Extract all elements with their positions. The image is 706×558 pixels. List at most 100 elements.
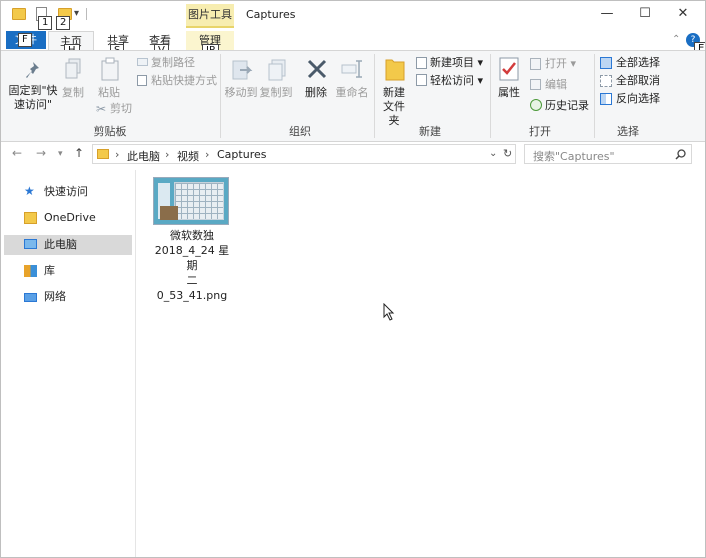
thumbnail-photo (160, 206, 178, 220)
delete-icon (307, 59, 327, 79)
easy-access-button[interactable]: 轻松访问 ▾ (430, 74, 483, 88)
minimize-button[interactable]: — (596, 4, 618, 24)
sidebar-item-network[interactable]: 网络 (4, 287, 132, 307)
search-icon[interactable] (675, 149, 686, 160)
select-all-button[interactable]: 全部选择 (616, 56, 660, 70)
edit-icon (530, 79, 541, 90)
keytip-qat-2: 2 (56, 16, 71, 30)
picture-tools-label: 图片工具 (186, 4, 234, 28)
new-item-icon (416, 57, 427, 69)
copy-button[interactable]: 复制 (60, 86, 86, 100)
group-separator (374, 54, 375, 138)
computer-icon (24, 239, 37, 249)
sidebar-item-label: 库 (44, 264, 55, 277)
new-folder-button[interactable]: 新建 文件夹 (378, 86, 410, 128)
open-label: 打开 (545, 57, 567, 70)
qat-dropdown-icon[interactable]: ▾ (74, 8, 79, 19)
sidebar-item-label: 快速访问 (44, 185, 88, 198)
new-folder-icon (385, 59, 405, 81)
keytip-qat-1: 1 (38, 16, 53, 30)
paste-icon (101, 57, 119, 81)
up-icon[interactable]: ↑ (74, 146, 84, 160)
rename-button[interactable]: 重命名 (334, 86, 370, 100)
breadcrumb-separator-icon: › (165, 148, 170, 161)
group-separator (594, 54, 595, 138)
open-button[interactable]: 打开 ▾ (545, 57, 576, 71)
properties-icon (499, 57, 519, 81)
pin-quick-access-button[interactable]: 固定到"快速访问" (8, 84, 58, 112)
paste-shortcut-button[interactable]: 粘贴快捷方式 (151, 74, 217, 88)
search-input[interactable]: 搜索"Captures" (533, 148, 615, 164)
sidebar-item-label: OneDrive (44, 211, 96, 224)
new-folder-label-1: 新建 (383, 86, 405, 99)
keytip-file: F (18, 33, 32, 47)
breadcrumb-videos[interactable]: 视频 (177, 148, 199, 164)
delete-button[interactable]: 删除 (302, 86, 330, 100)
group-label-clipboard: 剪贴板 (93, 125, 127, 138)
invert-selection-button[interactable]: 反向选择 (616, 92, 660, 106)
select-none-button[interactable]: 全部取消 (616, 74, 660, 88)
copy-to-icon (268, 59, 286, 81)
navigation-pane (0, 170, 136, 558)
group-label-select: 选择 (617, 125, 639, 138)
history-icon (530, 99, 542, 111)
move-to-icon (232, 60, 253, 80)
copy-icon (65, 58, 81, 79)
sidebar-item-this-pc[interactable]: 此电脑 (4, 235, 132, 255)
group-separator (220, 54, 221, 138)
new-item-label: 新建项目 (430, 56, 474, 69)
forward-icon[interactable]: → (36, 146, 46, 160)
sidebar-item-libraries[interactable]: 库 (4, 261, 132, 281)
file-name-line-3: 二 0_53_41.png (156, 274, 228, 302)
history-button[interactable]: 历史记录 (545, 99, 589, 113)
file-name: 微软数独 2018_4_24 星期 二 0_53_41.png (150, 228, 234, 303)
group-separator (490, 54, 491, 138)
cursor-icon (383, 303, 395, 321)
select-all-icon (600, 57, 612, 69)
qat-separator (86, 8, 87, 20)
cut-button[interactable]: 剪切 (110, 102, 132, 116)
library-icon (24, 265, 37, 277)
breadcrumb-separator-icon: › (115, 148, 120, 161)
group-label-new: 新建 (419, 125, 441, 138)
close-button[interactable]: ✕ (672, 4, 694, 24)
sidebar-item-label: 网络 (44, 290, 66, 303)
folder-icon (24, 212, 37, 224)
paste-button[interactable]: 粘贴 (96, 86, 122, 100)
folder-icon (12, 8, 26, 20)
new-folder-label-2: 文件夹 (383, 100, 405, 127)
file-name-line-2: 2018_4_24 星期 (154, 244, 230, 272)
move-to-button[interactable]: 移动到 (224, 86, 258, 100)
sidebar-item-quick-access[interactable]: ★ 快速访问 (4, 182, 132, 202)
address-bar[interactable]: › 此电脑 › 视频 › Captures ⌄ ↻ (92, 144, 516, 164)
sidebar-item-onedrive[interactable]: OneDrive (4, 208, 132, 228)
properties-button[interactable]: 属性 (496, 86, 522, 100)
cut-icon: ✂ (96, 102, 107, 116)
easy-access-icon (416, 74, 427, 86)
star-icon: ★ (24, 184, 35, 198)
copy-to-button[interactable]: 复制到 (258, 86, 294, 100)
edit-button[interactable]: 编辑 (545, 78, 567, 92)
refresh-icon[interactable]: ↻ (503, 147, 512, 160)
network-icon (24, 293, 37, 302)
collapse-ribbon-icon[interactable]: ⌃ (672, 34, 680, 45)
maximize-button[interactable]: ☐ (634, 4, 656, 24)
group-label-organize: 组织 (289, 125, 311, 138)
breadcrumb-this-pc[interactable]: 此电脑 (127, 148, 160, 164)
folder-icon (97, 149, 109, 159)
new-item-button[interactable]: 新建项目 ▾ (430, 56, 483, 70)
back-icon[interactable]: ← (12, 146, 22, 160)
file-item[interactable]: 微软数独 2018_4_24 星期 二 0_53_41.png (150, 176, 234, 302)
search-box[interactable]: 搜索"Captures" (524, 144, 692, 164)
recent-locations-icon[interactable]: ▾ (58, 149, 63, 159)
thumbnail-grid (174, 182, 224, 220)
address-dropdown-icon[interactable]: ⌄ (489, 148, 497, 159)
image-thumbnail (153, 177, 229, 225)
sidebar-item-label: 此电脑 (44, 238, 77, 251)
copy-path-button[interactable]: 复制路径 (151, 56, 195, 70)
pin-icon (26, 62, 39, 78)
open-icon (530, 58, 541, 70)
group-label-open: 打开 (529, 125, 551, 138)
breadcrumb-captures[interactable]: Captures (217, 148, 266, 161)
window-title: Captures (246, 8, 296, 21)
